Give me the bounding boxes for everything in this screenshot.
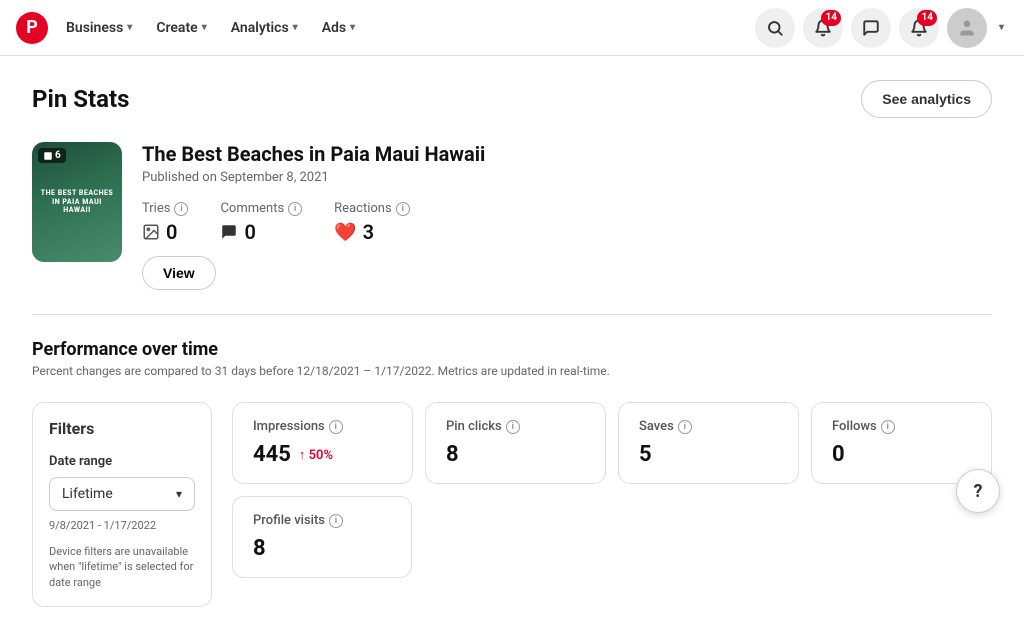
date-range-label: Date range	[49, 454, 195, 469]
chevron-down-icon: ▾	[293, 22, 298, 33]
chevron-down-icon: ▾	[202, 22, 207, 33]
metrics-grid: Impressions i 445 ↑ 50% Pin clicks i	[232, 402, 992, 607]
performance-section: Performance over time Percent changes ar…	[32, 339, 992, 607]
metric-pin-clicks: Pin clicks i 8	[425, 402, 606, 484]
pin-title: The Best Beaches in Paia Maui Hawaii	[142, 142, 992, 166]
pin-card: THE BEST BEACHES IN PAIA MAUI HAWAII 6 T…	[32, 142, 992, 315]
chat-icon	[220, 223, 238, 241]
nav-create[interactable]: Create ▾	[146, 14, 216, 42]
impressions-change: ↑ 50%	[299, 447, 333, 463]
filters-panel: Filters Date range Lifetime ▾ 9/8/2021 -…	[32, 402, 212, 607]
metric-saves: Saves i 5	[618, 402, 799, 484]
alerts-badge: 14	[917, 10, 936, 26]
pin-thumbnail: THE BEST BEACHES IN PAIA MAUI HAWAII 6	[32, 142, 122, 262]
chevron-down-icon: ▾	[176, 487, 182, 501]
nav-business[interactable]: Business ▾	[56, 14, 142, 42]
pin-thumbnail-text: THE BEST BEACHES IN PAIA MAUI HAWAII	[40, 189, 114, 214]
pin-info: The Best Beaches in Paia Maui Hawaii Pub…	[142, 142, 992, 290]
pin-stat-comments: Comments i 0	[220, 201, 302, 244]
metric-profile-visits: Profile visits i 8	[232, 496, 412, 578]
page-title: Pin Stats	[32, 85, 129, 113]
see-analytics-button[interactable]: See analytics	[861, 80, 992, 118]
user-avatar[interactable]	[947, 8, 987, 48]
pin-stats-row: Tries i 0 Comments i	[142, 201, 992, 244]
nav-analytics[interactable]: Analytics ▾	[221, 14, 308, 42]
pin-stat-reactions: Reactions i ❤️ 3	[334, 201, 410, 244]
impressions-info-icon[interactable]: i	[329, 420, 343, 434]
chevron-down-icon: ▾	[999, 22, 1004, 33]
saves-info-icon[interactable]: i	[678, 420, 692, 434]
performance-subtitle: Percent changes are compared to 31 days …	[32, 364, 992, 378]
alerts-button[interactable]: 14	[899, 8, 939, 48]
nav-ads[interactable]: Ads ▾	[312, 14, 365, 42]
comments-info-icon[interactable]: i	[288, 202, 302, 216]
account-dropdown[interactable]: ▾	[995, 16, 1008, 39]
notifications-badge: 14	[821, 10, 840, 26]
notifications-bell-button[interactable]: 14	[803, 8, 843, 48]
navbar: P Business ▾ Create ▾ Analytics ▾ Ads ▾	[0, 0, 1024, 56]
filter-note: Device filters are unavailable when "lif…	[49, 544, 195, 590]
view-button[interactable]: View	[142, 256, 216, 290]
heart-icon: ❤️	[334, 222, 356, 243]
follows-info-icon[interactable]: i	[881, 420, 895, 434]
messages-button[interactable]	[851, 8, 891, 48]
pin-stat-tries: Tries i 0	[142, 201, 188, 244]
image-icon	[142, 223, 160, 241]
reactions-info-icon[interactable]: i	[396, 202, 410, 216]
chevron-down-icon: ▾	[350, 22, 355, 33]
main-content: Pin Stats See analytics THE BEST BEACHES…	[0, 56, 1024, 631]
pin-published-date: Published on September 8, 2021	[142, 170, 992, 185]
pin-clicks-info-icon[interactable]: i	[506, 420, 520, 434]
metrics-top-row: Impressions i 445 ↑ 50% Pin clicks i	[232, 402, 992, 484]
profile-visits-info-icon[interactable]: i	[329, 514, 343, 528]
date-range-dropdown[interactable]: Lifetime ▾	[49, 477, 195, 511]
search-button[interactable]	[755, 8, 795, 48]
metric-impressions: Impressions i 445 ↑ 50%	[232, 402, 413, 484]
performance-body: Filters Date range Lifetime ▾ 9/8/2021 -…	[32, 402, 992, 607]
chevron-down-icon: ▾	[127, 22, 132, 33]
nav-right: 14 14 ▾	[755, 8, 1008, 48]
pin-count-badge: 6	[38, 148, 66, 163]
performance-title: Performance over time	[32, 339, 992, 360]
filter-date-range-value: 9/8/2021 - 1/17/2022	[49, 519, 195, 532]
nav-items: Business ▾ Create ▾ Analytics ▾ Ads ▾	[56, 14, 755, 42]
help-button[interactable]: ?	[956, 469, 1000, 513]
pinterest-logo[interactable]: P	[16, 12, 48, 44]
filters-title: Filters	[49, 419, 195, 438]
tries-info-icon[interactable]: i	[174, 202, 188, 216]
page-header: Pin Stats See analytics	[32, 80, 992, 118]
